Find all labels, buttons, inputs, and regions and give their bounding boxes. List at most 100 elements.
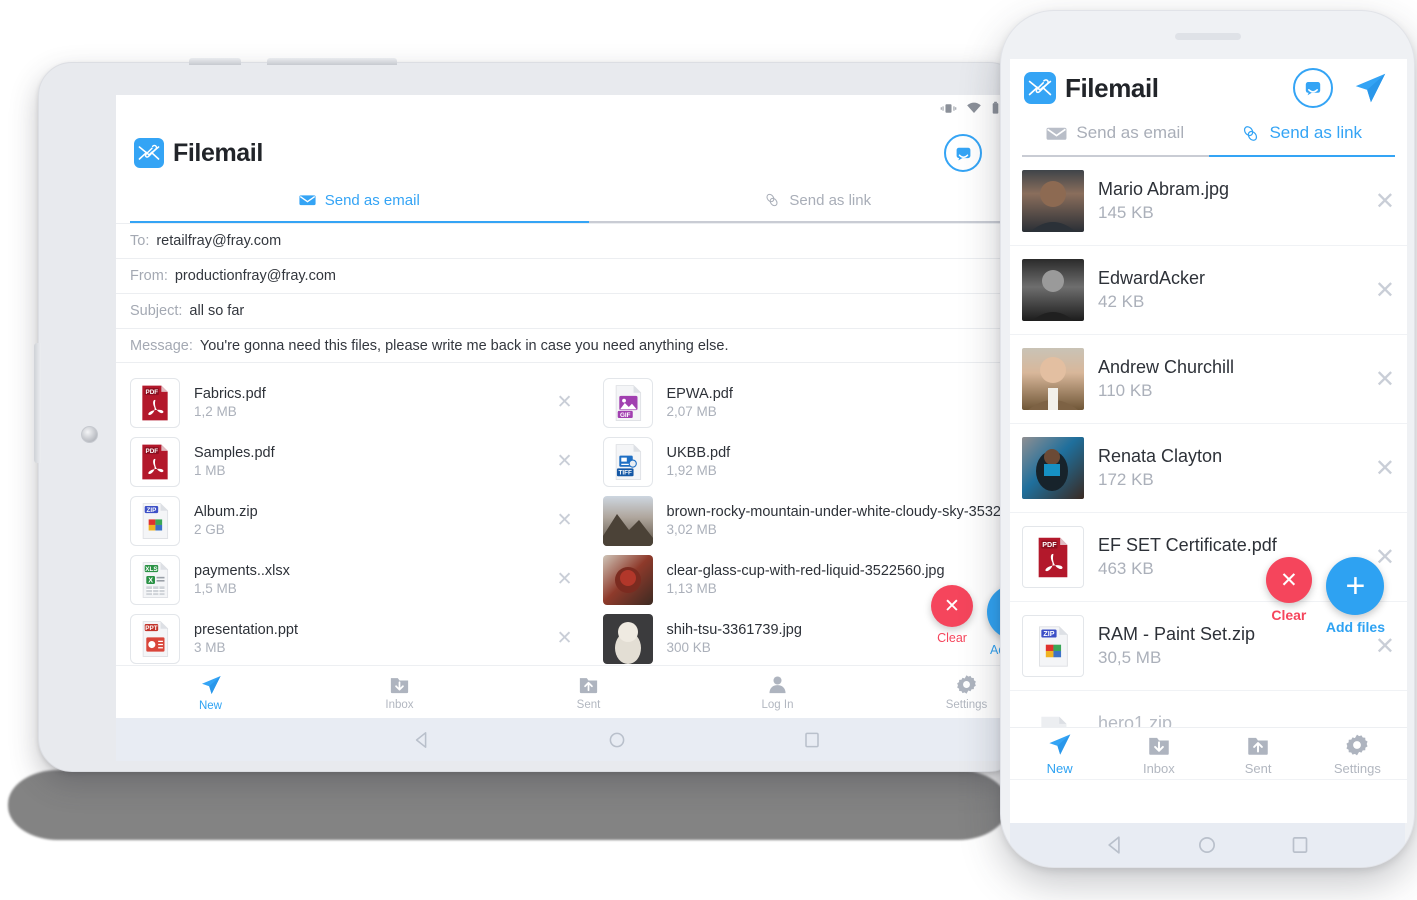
sidebar-item-inbox[interactable]: Inbox (305, 673, 494, 711)
clear-button[interactable]: ✕ Clear (1265, 557, 1312, 623)
file-size: 2 GB (194, 522, 225, 537)
tablet-volume-button[interactable] (267, 58, 397, 65)
subject-field[interactable]: Subject: all so far (116, 293, 1061, 328)
file-meta: Andrew Churchill 110 KB (1098, 357, 1365, 401)
vibrate-icon (941, 103, 957, 113)
to-field[interactable]: To: retailfray@fray.com (116, 223, 1061, 258)
file-size: 3 MB (194, 640, 226, 655)
nav-label-sent: Sent (576, 699, 601, 711)
list-item[interactable]: Renata Clayton 172 KB ✕ (1010, 424, 1407, 513)
table-row[interactable]: Fabrics.pdf 1,2 MB ✕ (130, 373, 573, 432)
phone-earpiece-speaker (1174, 33, 1241, 40)
filemail-logo-icon (134, 138, 164, 168)
recents-square-icon[interactable] (800, 728, 824, 752)
sidebar-item-settings[interactable]: Settings (1308, 732, 1407, 776)
tablet-side-button[interactable] (34, 343, 41, 463)
sidebar-item-sent[interactable]: Sent (1209, 732, 1308, 776)
table-row[interactable]: presentation.ppt 3 MB ✕ (130, 609, 573, 668)
file-meta: Samples.pdf 1 MB (194, 445, 549, 478)
close-icon: ✕ (1265, 557, 1312, 603)
file-meta: UKBB.pdf 1,92 MB (667, 445, 1046, 478)
nav-label-settings: Settings (945, 699, 988, 711)
photo-thumbnail-mario (1022, 170, 1084, 232)
message-field-value: You're gonna need this files, please wri… (199, 337, 729, 354)
sidebar-item-inbox[interactable]: Inbox (1109, 732, 1208, 776)
close-icon[interactable]: ✕ (1365, 365, 1395, 394)
table-row[interactable]: Album.zip 2 GB ✕ (130, 491, 573, 550)
sidebar-item-sent[interactable]: Sent (494, 673, 683, 711)
plus-icon: + (1326, 557, 1385, 615)
close-icon[interactable]: ✕ (549, 627, 573, 650)
table-row[interactable]: brown-rocky-mountain-under-white-cloudy-… (602, 491, 1049, 550)
close-icon[interactable]: ✕ (1365, 187, 1395, 216)
envelope-icon (1046, 126, 1068, 141)
filemail-logo-icon (1024, 72, 1056, 104)
file-meta: EPWA.pdf 2,07 MB (667, 386, 1046, 419)
photo-thumbnail-dog (602, 613, 653, 664)
table-row[interactable]: payments..xlsx 1,5 MB ✕ (130, 550, 573, 609)
ppt-file-icon (130, 613, 180, 664)
to-field-value: retailfray@fray.com (156, 233, 282, 249)
send-plane-icon[interactable] (1351, 69, 1389, 107)
photo-thumbnail-mountain (602, 495, 653, 546)
close-icon[interactable]: ✕ (1365, 454, 1395, 483)
tablet-power-button[interactable] (189, 58, 241, 65)
close-icon[interactable]: ✕ (549, 391, 573, 414)
zip-file-icon (1022, 615, 1084, 677)
tab-send-as-link[interactable]: Send as link (1208, 117, 1395, 157)
tab-send-as-email[interactable]: Send as email (130, 185, 589, 223)
file-meta: Fabrics.pdf 1,2 MB (194, 386, 549, 419)
table-row[interactable]: Samples.pdf 1 MB ✕ (130, 432, 573, 491)
sent-upload-icon (1247, 736, 1269, 756)
list-item[interactable]: Mario Abram.jpg 145 KB ✕ (1010, 157, 1407, 246)
sidebar-item-new[interactable]: New (116, 673, 305, 712)
message-field[interactable]: Message: You're gonna need this files, p… (116, 328, 1061, 363)
close-icon[interactable]: ✕ (1365, 276, 1395, 305)
tablet-app-header: Filemail (116, 121, 1061, 185)
nav-label-new: New (1046, 761, 1073, 776)
clear-button[interactable]: ✕ Clear (931, 585, 973, 645)
tab-send-as-email[interactable]: Send as email (1022, 117, 1209, 157)
file-meta: Mario Abram.jpg 145 KB (1098, 179, 1365, 223)
close-icon[interactable]: ✕ (549, 450, 573, 473)
home-circle-icon[interactable] (1194, 832, 1220, 858)
list-item[interactable]: EdwardAcker 42 KB ✕ (1010, 246, 1407, 335)
sent-upload-icon (579, 677, 598, 694)
table-row[interactable]: UKBB.pdf 1,92 MB (602, 432, 1046, 491)
recents-square-icon[interactable] (1287, 832, 1313, 858)
add-files-button[interactable]: + Add files (1326, 557, 1385, 635)
close-icon[interactable]: ✕ (549, 568, 573, 591)
file-size: 145 KB (1098, 203, 1154, 222)
user-icon (769, 676, 786, 694)
close-icon[interactable]: ✕ (549, 509, 573, 532)
from-field-label: From: (130, 268, 168, 284)
chat-bubble-icon[interactable] (1293, 68, 1333, 108)
sidebar-item-login[interactable]: Log In (683, 673, 872, 711)
tablet-file-column-left: Fabrics.pdf 1,2 MB ✕ Samples.pdf 1 MB ✕ (116, 373, 589, 664)
nav-label-inbox: Inbox (385, 699, 414, 711)
sidebar-item-new[interactable]: New (1010, 731, 1109, 776)
chat-bubble-icon[interactable] (944, 134, 982, 172)
tab-send-as-link[interactable]: Send as link (588, 185, 1047, 223)
to-field-label: To: (130, 233, 150, 249)
phone-system-nav-bar (1010, 823, 1405, 867)
list-item[interactable]: Andrew Churchill 110 KB ✕ (1010, 335, 1407, 424)
tablet-status-bar: 14:37 (116, 95, 1061, 121)
tab-active-underline (130, 220, 589, 223)
tablet-file-list: Fabrics.pdf 1,2 MB ✕ Samples.pdf 1 MB ✕ (116, 363, 1061, 664)
envelope-icon (298, 194, 316, 206)
table-row[interactable]: EPWA.pdf 2,07 MB (602, 373, 1046, 432)
file-name: payments..xlsx (194, 563, 290, 579)
back-triangle-icon[interactable] (1102, 832, 1128, 858)
file-size: 1,2 MB (194, 404, 237, 419)
close-icon[interactable]: ✕ (1365, 632, 1395, 661)
phone-file-list: Mario Abram.jpg 145 KB ✕ EdwardAcker 42 … (1010, 157, 1407, 780)
file-size: 1 MB (194, 463, 226, 478)
home-circle-icon[interactable] (605, 728, 629, 752)
inbox-download-icon (390, 677, 409, 694)
tab-send-as-email-label: Send as email (1076, 123, 1185, 142)
from-field[interactable]: From: productionfray@fray.com (116, 258, 1061, 293)
pdf-file-icon (1022, 526, 1084, 588)
back-triangle-icon[interactable] (410, 728, 434, 752)
wifi-icon (967, 102, 982, 113)
